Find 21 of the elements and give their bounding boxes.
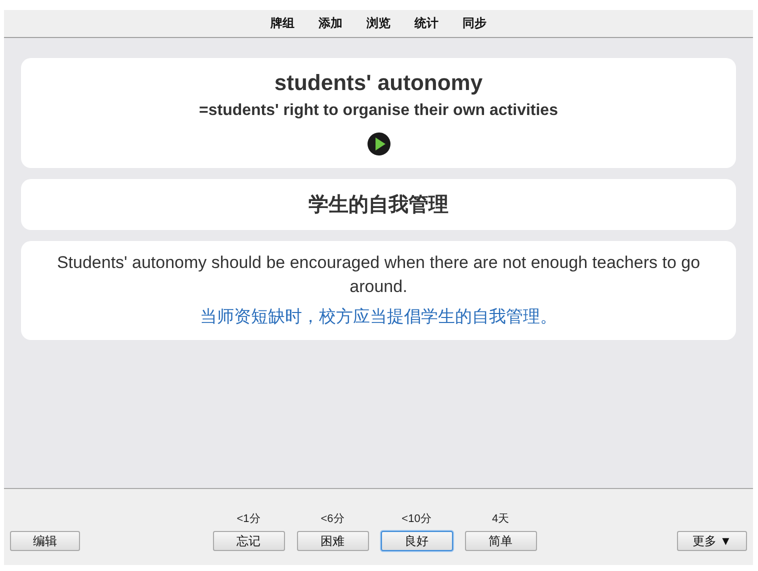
menu-link[interactable]: 添加	[318, 15, 342, 32]
answer-button[interactable]: 简单	[464, 531, 536, 551]
answer-button[interactable]: 良好	[380, 531, 452, 551]
more-button[interactable]: 更多 ▼	[677, 531, 747, 551]
interval-label: <10分	[402, 512, 432, 526]
interval-label: <6分	[320, 512, 344, 526]
menu-link[interactable]: 同步	[462, 15, 486, 32]
interval-label: <1分	[236, 512, 260, 526]
interval-label: 4天	[492, 512, 510, 526]
menu-link[interactable]: 浏览	[366, 15, 390, 32]
menu-link[interactable]: 统计	[414, 15, 438, 32]
term: students' autonomy	[274, 70, 483, 96]
translation: 学生的自我管理	[308, 193, 448, 218]
answer-button[interactable]: 忘记	[212, 531, 284, 551]
example-translation: 当师资短缺时，校方应当提倡学生的自我管理。	[200, 306, 557, 328]
example-sentence: Students' autonomy should be encouraged when there are not enough teachers to go around.	[56, 252, 702, 298]
play-icon[interactable]	[366, 132, 390, 156]
answer-button[interactable]: 困难	[296, 531, 368, 551]
menu-link[interactable]: 牌组	[270, 15, 294, 32]
definition: =students' right to organise their own activities	[199, 102, 558, 120]
edit-button[interactable]: 编辑	[10, 531, 80, 551]
